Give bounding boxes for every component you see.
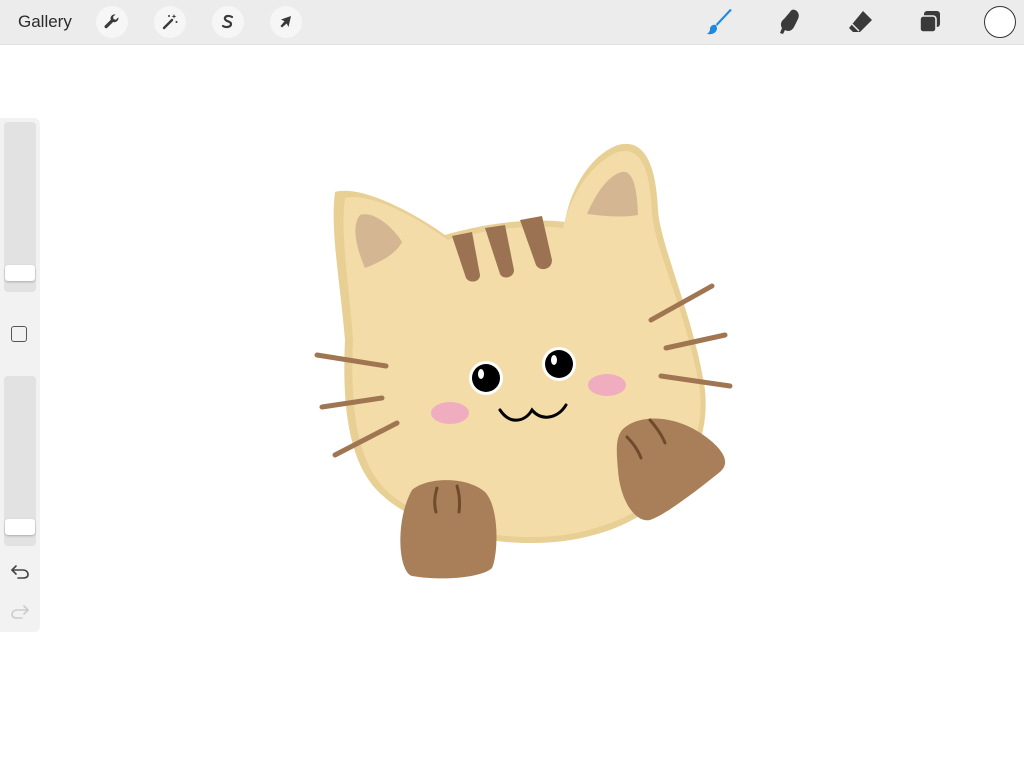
top-toolbar: Gallery [0,0,1024,45]
undo-button[interactable] [8,561,32,581]
gallery-button[interactable]: Gallery [18,12,72,32]
redo-icon [11,605,29,619]
brush-size-slider[interactable] [4,122,36,292]
actions-button[interactable] [96,6,128,38]
selection-icon [221,14,234,29]
layers-icon [919,11,940,33]
adjustments-button[interactable] [154,6,186,38]
brush-size-handle[interactable] [5,265,35,282]
smudge-tool[interactable] [774,6,806,38]
left-paw [400,480,497,579]
color-picker-button[interactable] [984,6,1016,38]
wrench-icon [104,14,119,29]
brush-icon [707,9,732,35]
modify-button[interactable] [11,326,27,342]
left-blush [431,402,469,424]
eraser-tool[interactable] [844,6,876,38]
transform-arrow-icon [280,16,291,28]
opacity-handle[interactable] [5,519,35,536]
right-paw [616,418,726,521]
eraser-icon [849,11,872,32]
layers-tool[interactable] [914,6,946,38]
selection-button[interactable] [212,6,244,38]
left-eye [469,361,503,395]
brush-tool[interactable] [704,6,736,38]
undo-icon [11,565,29,579]
redo-button[interactable] [8,601,32,621]
right-blush [588,374,626,396]
left-sidebar [0,118,40,632]
transform-button[interactable] [270,6,302,38]
right-eye [542,347,576,381]
magic-wand-icon [162,14,178,30]
cat-drawing[interactable] [300,130,750,600]
smudge-icon [780,9,799,34]
opacity-slider[interactable] [4,376,36,546]
